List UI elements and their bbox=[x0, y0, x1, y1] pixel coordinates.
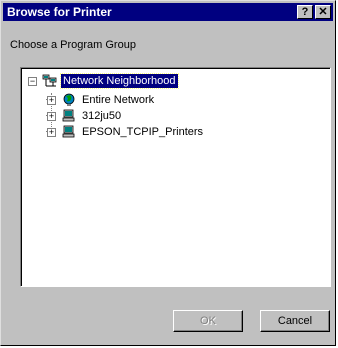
ok-button[interactable]: OK bbox=[173, 310, 243, 332]
expand-toggle[interactable]: + bbox=[47, 128, 56, 137]
tree-node-label[interactable]: Entire Network bbox=[80, 93, 156, 107]
prompt-label: Choose a Program Group bbox=[10, 39, 136, 51]
window-title: Browse for Printer bbox=[7, 5, 112, 19]
tree-node-label[interactable]: EPSON_TCPIP_Printers bbox=[80, 125, 205, 139]
network-neighborhood-icon bbox=[42, 74, 58, 88]
tree-node-entire-network[interactable]: + Entire Network bbox=[46, 93, 206, 107]
help-button[interactable]: ? bbox=[297, 5, 313, 19]
globe-icon bbox=[61, 93, 77, 107]
expand-toggle[interactable]: + bbox=[47, 112, 56, 121]
close-button[interactable]: ✕ bbox=[315, 5, 331, 19]
tree-node-epson-tcpip-printers[interactable]: + EPSON_TCPIP_Printers bbox=[46, 125, 246, 139]
browse-for-printer-dialog: Browse for Printer ? ✕ Choose a Program … bbox=[0, 0, 336, 346]
collapse-toggle[interactable]: − bbox=[28, 77, 37, 86]
tree-node-network-neighborhood[interactable]: − Network Neighborhood bbox=[26, 73, 206, 89]
expand-toggle[interactable]: + bbox=[47, 96, 56, 105]
title-bar[interactable]: Browse for Printer ? ✕ bbox=[3, 3, 333, 21]
tree-node-312ju50[interactable]: + 312ju50 bbox=[46, 109, 206, 123]
tree-node-label[interactable]: Network Neighborhood bbox=[60, 73, 179, 89]
computer-icon bbox=[61, 125, 77, 139]
folder-tree[interactable]: − Network Neighborhood + Entire Network … bbox=[20, 67, 331, 287]
cancel-button[interactable]: Cancel bbox=[260, 310, 330, 332]
tree-node-label[interactable]: 312ju50 bbox=[80, 109, 123, 123]
computer-icon bbox=[61, 109, 77, 123]
